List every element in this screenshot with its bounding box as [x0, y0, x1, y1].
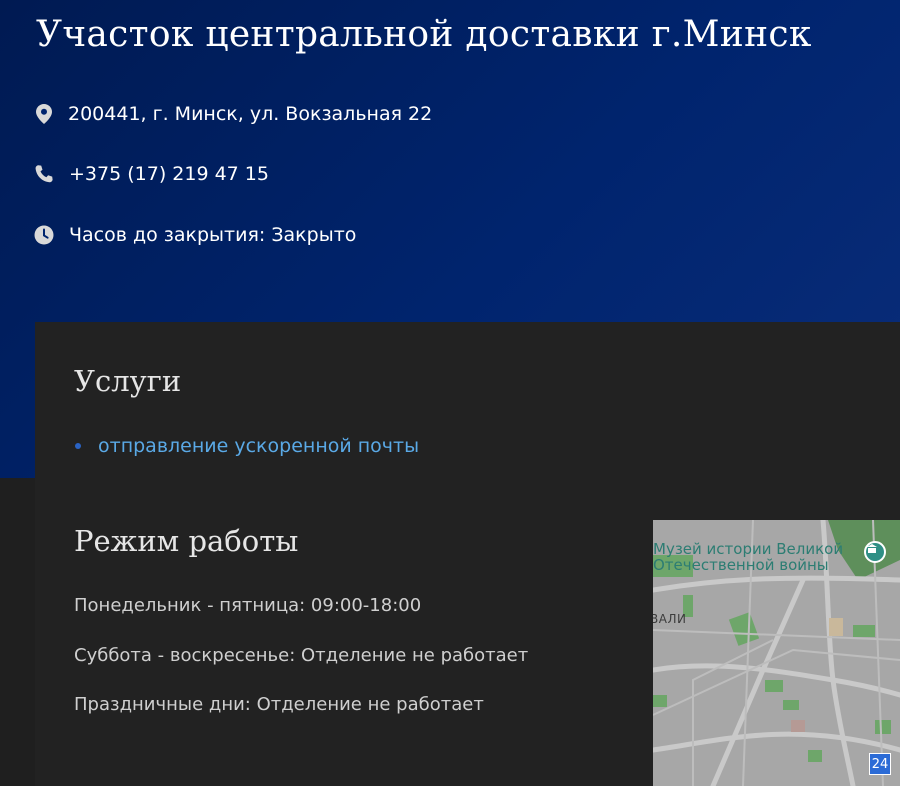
services-heading: Услуги	[74, 364, 182, 398]
service-link[interactable]: отправление ускоренной почты	[98, 435, 419, 457]
map-widget[interactable]: Музей истории Великой Отечественной войн…	[653, 520, 900, 786]
hours-row: Часов до закрытия: Закрыто	[34, 222, 356, 248]
location-pin-icon	[34, 103, 54, 125]
schedule-heading: Режим работы	[74, 524, 299, 558]
schedule-holidays: Праздничные дни: Отделение не работает	[74, 694, 484, 715]
phone-text[interactable]: +375 (17) 219 47 15	[69, 163, 269, 185]
address-row: 200441, г. Минск, ул. Вокзальная 22	[34, 101, 432, 127]
map-street-label: ВАЛИ	[653, 612, 687, 626]
address-text: 200441, г. Минск, ул. Вокзальная 22	[68, 103, 433, 125]
clock-icon	[34, 224, 54, 246]
schedule-weekend: Суббота - воскресенье: Отделение не рабо…	[74, 645, 529, 666]
museum-icon[interactable]	[864, 541, 886, 563]
schedule-weekdays: Понедельник - пятница: 09:00-18:00	[74, 595, 422, 616]
phone-icon	[34, 163, 54, 185]
page-title: Участок центральной доставки г.Минск	[36, 14, 812, 55]
page: Участок центральной доставки г.Минск 200…	[0, 0, 900, 786]
map-poi-label[interactable]: Музей истории Великой Отечественной войн…	[653, 541, 863, 573]
phone-row: +375 (17) 219 47 15	[34, 161, 269, 187]
list-item: отправление ускоренной почты	[74, 432, 419, 460]
bullet-icon	[75, 443, 81, 449]
hours-text: Часов до закрытия: Закрыто	[69, 224, 357, 246]
map-badge[interactable]: 24	[869, 753, 891, 775]
services-list: отправление ускоренной почты	[74, 432, 419, 460]
